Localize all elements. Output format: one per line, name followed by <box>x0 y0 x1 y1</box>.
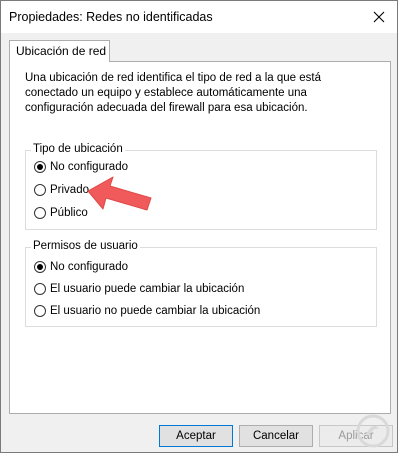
radio-public[interactable]: Público <box>34 207 88 219</box>
radio-button[interactable] <box>34 184 46 196</box>
window-title: Propiedades: Redes no identificadas <box>9 10 213 24</box>
location-type-group: Tipo de ubicación No configurado Privado… <box>25 143 377 230</box>
accept-button[interactable]: Aceptar <box>159 425 233 447</box>
radio-private[interactable]: Privado <box>34 184 89 196</box>
radio-not-configured[interactable]: No configurado <box>34 161 128 173</box>
radio-user-cannot-change[interactable]: El usuario no puede cambiar la ubicación <box>34 305 260 317</box>
radio-label: El usuario puede cambiar la ubicación <box>50 283 245 295</box>
radio-label: El usuario no puede cambiar la ubicación <box>50 305 261 317</box>
radio-button[interactable] <box>34 305 46 317</box>
arrow-left-icon <box>83 173 155 222</box>
radio-button[interactable] <box>34 283 46 295</box>
radio-label: No configurado <box>50 261 128 273</box>
close-button[interactable] <box>365 4 393 30</box>
radio-perm-not-configured[interactable]: No configurado <box>34 261 128 273</box>
cancel-button[interactable]: Cancelar <box>239 425 313 447</box>
logo-icon <box>355 413 391 452</box>
radio-button[interactable] <box>34 261 46 273</box>
radio-label: No configurado <box>50 161 128 173</box>
radio-user-can-change[interactable]: El usuario puede cambiar la ubicación <box>34 283 244 295</box>
radio-button[interactable] <box>34 207 46 219</box>
tab-panel: Una ubicación de red identifica el tipo … <box>9 61 391 414</box>
user-permissions-legend: Permisos de usuario <box>31 240 140 252</box>
location-type-legend: Tipo de ubicación <box>31 143 125 155</box>
description-text: Una ubicación de red identifica el tipo … <box>25 72 322 114</box>
title-bar: Propiedades: Redes no identificadas <box>1 1 397 33</box>
properties-dialog: Propiedades: Redes no identificadas Ubic… <box>0 0 398 453</box>
tab-network-location[interactable]: Ubicación de red <box>9 40 110 62</box>
user-permissions-group: Permisos de usuario No configurado El us… <box>25 240 377 327</box>
radio-button[interactable] <box>34 161 46 173</box>
close-icon <box>373 11 385 23</box>
